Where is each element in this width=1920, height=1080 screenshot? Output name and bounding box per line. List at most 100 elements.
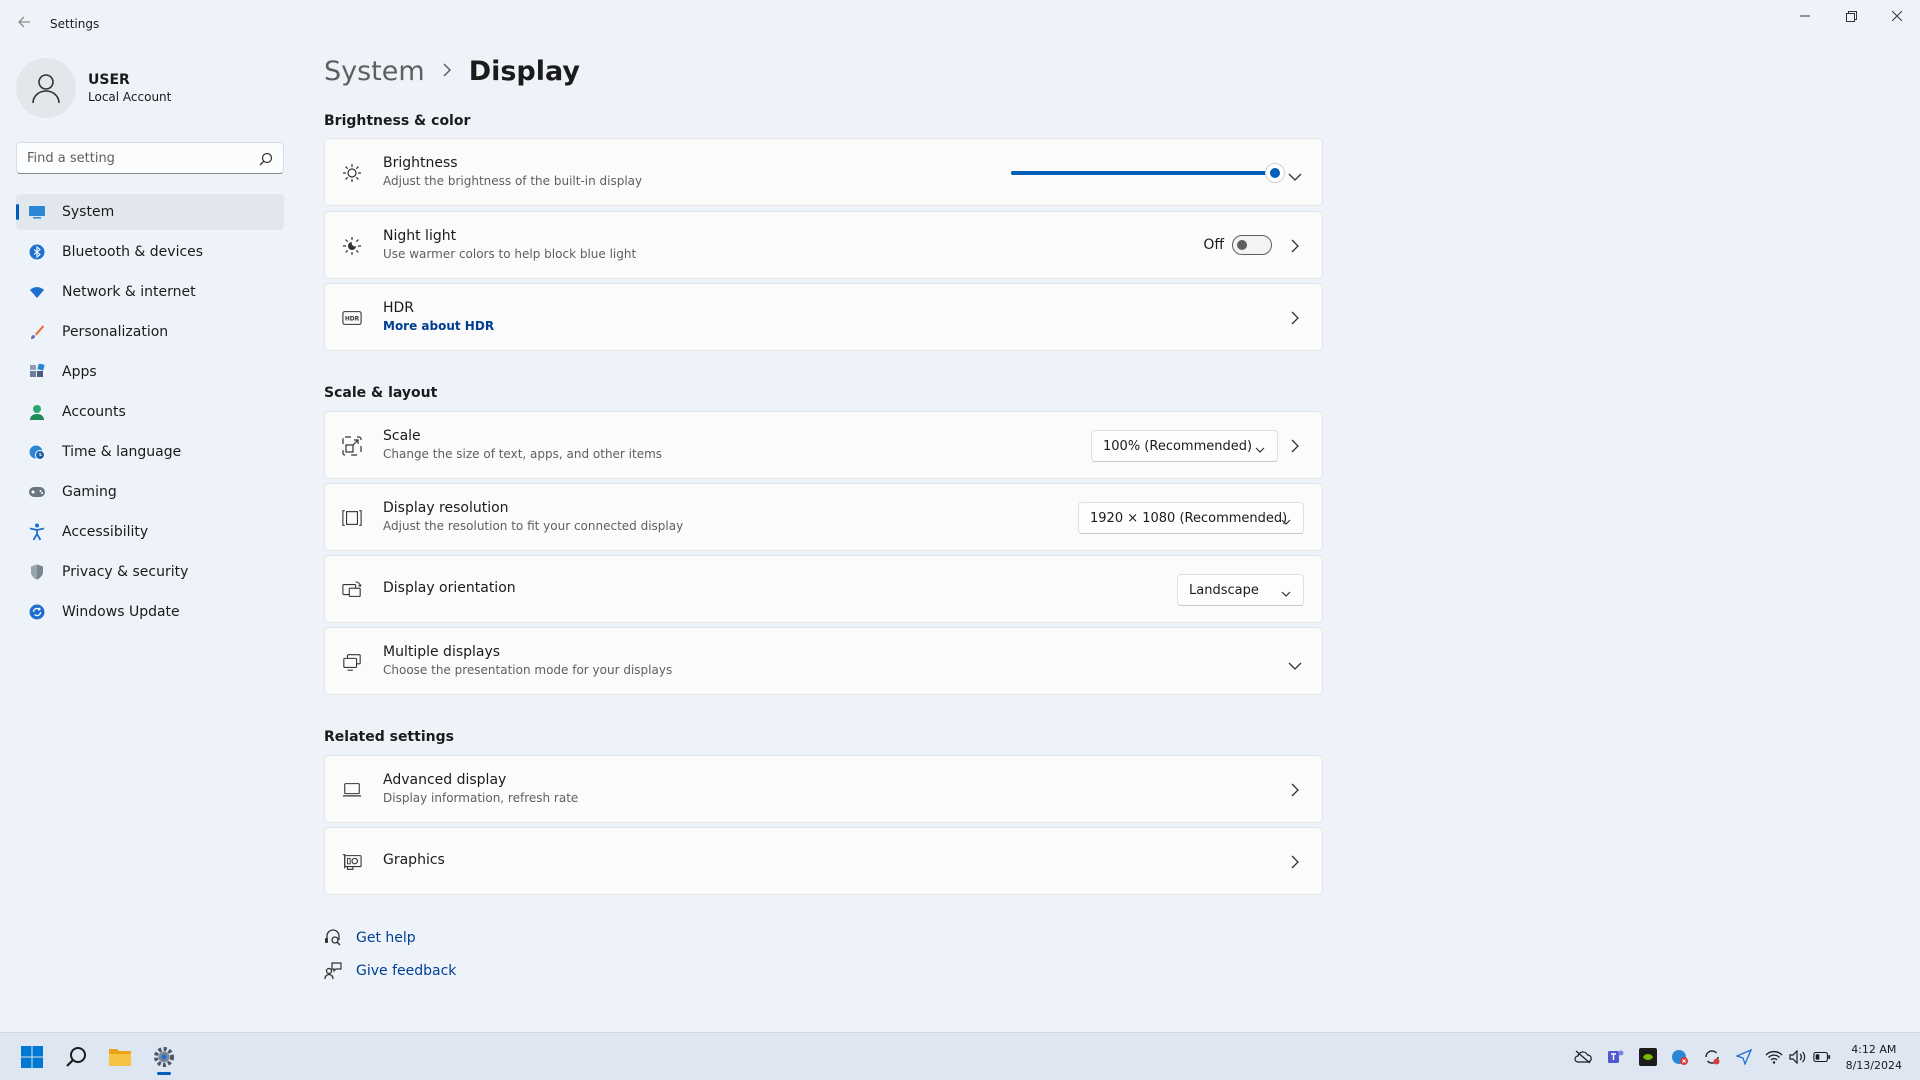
night-light-state: Off xyxy=(1203,237,1224,253)
sidebar-item-apps[interactable]: Apps xyxy=(16,354,284,390)
laptop-icon xyxy=(342,780,362,800)
sidebar-item-label: Accessibility xyxy=(62,524,149,540)
sidebar-item-gaming[interactable]: Gaming xyxy=(16,474,284,510)
profile-name: USER xyxy=(88,72,130,88)
scale-card[interactable]: Scale Change the size of text, apps, and… xyxy=(324,411,1323,479)
sidebar-item-time-language[interactable]: Time & language xyxy=(16,434,284,470)
app-title: Settings xyxy=(50,17,100,31)
graphics-card-icon xyxy=(342,852,362,872)
hdr-icon: HDR xyxy=(342,308,362,328)
settings-gear-icon[interactable] xyxy=(146,1039,182,1075)
scale-dropdown[interactable]: 100% (Recommended) xyxy=(1091,430,1278,462)
accessibility-icon xyxy=(28,523,46,541)
resolution-icon xyxy=(342,508,362,528)
sidebar-item-label: System xyxy=(62,204,115,220)
search-input[interactable] xyxy=(17,143,247,173)
title-bar: Settings xyxy=(0,0,1920,48)
sidebar-item-accounts[interactable]: Accounts xyxy=(16,394,284,430)
sidebar-item-network[interactable]: Network & internet xyxy=(16,274,284,310)
windows-start-icon[interactable] xyxy=(14,1039,50,1075)
back-arrow-icon[interactable] xyxy=(14,14,34,34)
multiple-displays-title: Multiple displays xyxy=(383,644,501,660)
give-feedback-row[interactable]: Give feedback xyxy=(324,962,456,980)
display-orientation-title: Display orientation xyxy=(383,580,516,596)
scale-subtitle: Change the size of text, apps, and other… xyxy=(383,447,663,461)
brightness-title: Brightness xyxy=(383,155,458,171)
orientation-dropdown[interactable]: Landscape xyxy=(1177,574,1304,606)
chevron-right-icon[interactable] xyxy=(1290,238,1302,254)
user-profile[interactable]: USER Local Account xyxy=(16,58,171,118)
search-box[interactable] xyxy=(16,142,284,174)
sidebar-nav: System Bluetooth & devices Network & int… xyxy=(16,194,284,634)
teams-icon[interactable] xyxy=(1607,1048,1625,1066)
location-icon[interactable] xyxy=(1735,1048,1753,1066)
toggle-knob xyxy=(1237,240,1247,250)
battery-icon[interactable] xyxy=(1813,1048,1831,1066)
hdr-card[interactable]: HDR HDR More about HDR xyxy=(324,283,1323,351)
wifi-icon xyxy=(28,283,46,301)
security-icon[interactable] xyxy=(1671,1048,1689,1066)
sync-icon[interactable] xyxy=(1703,1048,1721,1066)
sidebar-item-personalization[interactable]: Personalization xyxy=(16,314,284,350)
resolution-dropdown-value: 1920 × 1080 (Recommended) xyxy=(1090,510,1288,526)
volume-icon[interactable] xyxy=(1789,1048,1807,1066)
orientation-icon xyxy=(342,580,362,600)
file-explorer-icon[interactable] xyxy=(102,1039,138,1075)
resolution-dropdown[interactable]: 1920 × 1080 (Recommended) xyxy=(1078,502,1304,534)
minimize-icon[interactable] xyxy=(1782,0,1828,32)
clock-date: 8/13/2024 xyxy=(1845,1059,1902,1072)
orientation-dropdown-value: Landscape xyxy=(1189,582,1259,598)
chevron-right-icon[interactable] xyxy=(1290,438,1302,454)
sidebar-item-label: Gaming xyxy=(62,484,117,500)
sidebar-item-label: Personalization xyxy=(62,324,169,340)
chevron-down-icon[interactable] xyxy=(1288,167,1304,181)
get-help-row[interactable]: Get help xyxy=(324,929,416,947)
chevron-right-icon[interactable] xyxy=(1290,310,1302,326)
breadcrumb: System Display xyxy=(324,56,580,87)
display-resolution-card[interactable]: Display resolution Adjust the resolution… xyxy=(324,483,1323,551)
section-title-brightness-color: Brightness & color xyxy=(324,113,471,129)
search-icon[interactable] xyxy=(259,151,273,166)
restore-icon[interactable] xyxy=(1828,0,1874,32)
chevron-right-icon[interactable] xyxy=(1290,854,1302,870)
hdr-title: HDR xyxy=(383,300,415,316)
svg-text:HDR: HDR xyxy=(345,317,360,323)
taskbar-clock[interactable]: 4:12 AM 8/13/2024 xyxy=(1846,1042,1902,1074)
chevron-right-icon[interactable] xyxy=(1290,782,1302,798)
brightness-slider-thumb[interactable] xyxy=(1265,163,1285,183)
sidebar-item-privacy-security[interactable]: Privacy & security xyxy=(16,554,284,590)
sidebar-item-label: Privacy & security xyxy=(62,564,189,580)
close-icon[interactable] xyxy=(1874,0,1920,32)
breadcrumb-separator-icon xyxy=(443,61,451,82)
multiple-displays-subtitle: Choose the presentation mode for your di… xyxy=(383,663,673,677)
taskbar: 4:12 AM 8/13/2024 xyxy=(0,1032,1920,1080)
night-light-subtitle: Use warmer colors to help block blue lig… xyxy=(383,247,637,261)
brightness-slider[interactable] xyxy=(1011,163,1285,183)
advanced-display-title: Advanced display xyxy=(383,772,507,788)
sidebar-item-bluetooth[interactable]: Bluetooth & devices xyxy=(16,234,284,270)
advanced-display-card[interactable]: Advanced display Display information, re… xyxy=(324,755,1323,823)
hdr-link[interactable]: More about HDR xyxy=(383,319,494,333)
chevron-down-icon[interactable] xyxy=(1288,656,1304,670)
sidebar-item-system[interactable]: System xyxy=(16,194,284,230)
night-light-card[interactable]: Night light Use warmer colors to help bl… xyxy=(324,211,1323,279)
give-feedback-link[interactable]: Give feedback xyxy=(356,963,456,979)
multiple-displays-card[interactable]: Multiple displays Choose the presentatio… xyxy=(324,627,1323,695)
search-icon[interactable] xyxy=(58,1039,94,1075)
night-light-toggle[interactable] xyxy=(1232,235,1272,255)
display-resolution-subtitle: Adjust the resolution to fit your connec… xyxy=(383,519,684,533)
display-resolution-title: Display resolution xyxy=(383,500,509,516)
brightness-subtitle: Adjust the brightness of the built-in di… xyxy=(383,174,643,188)
brightness-card[interactable]: Brightness Adjust the brightness of the … xyxy=(324,138,1323,206)
sidebar-item-accessibility[interactable]: Accessibility xyxy=(16,514,284,550)
nvidia-icon[interactable] xyxy=(1639,1048,1657,1066)
graphics-card[interactable]: Graphics xyxy=(324,827,1323,895)
onedrive-icon[interactable] xyxy=(1574,1048,1592,1066)
breadcrumb-parent[interactable]: System xyxy=(324,56,425,87)
sidebar-item-windows-update[interactable]: Windows Update xyxy=(16,594,284,630)
wifi-icon[interactable] xyxy=(1765,1048,1783,1066)
chevron-down-icon xyxy=(1281,515,1291,525)
get-help-link[interactable]: Get help xyxy=(356,930,416,946)
display-orientation-card[interactable]: Display orientation Landscape xyxy=(324,555,1323,623)
section-title-scale-layout: Scale & layout xyxy=(324,385,438,401)
